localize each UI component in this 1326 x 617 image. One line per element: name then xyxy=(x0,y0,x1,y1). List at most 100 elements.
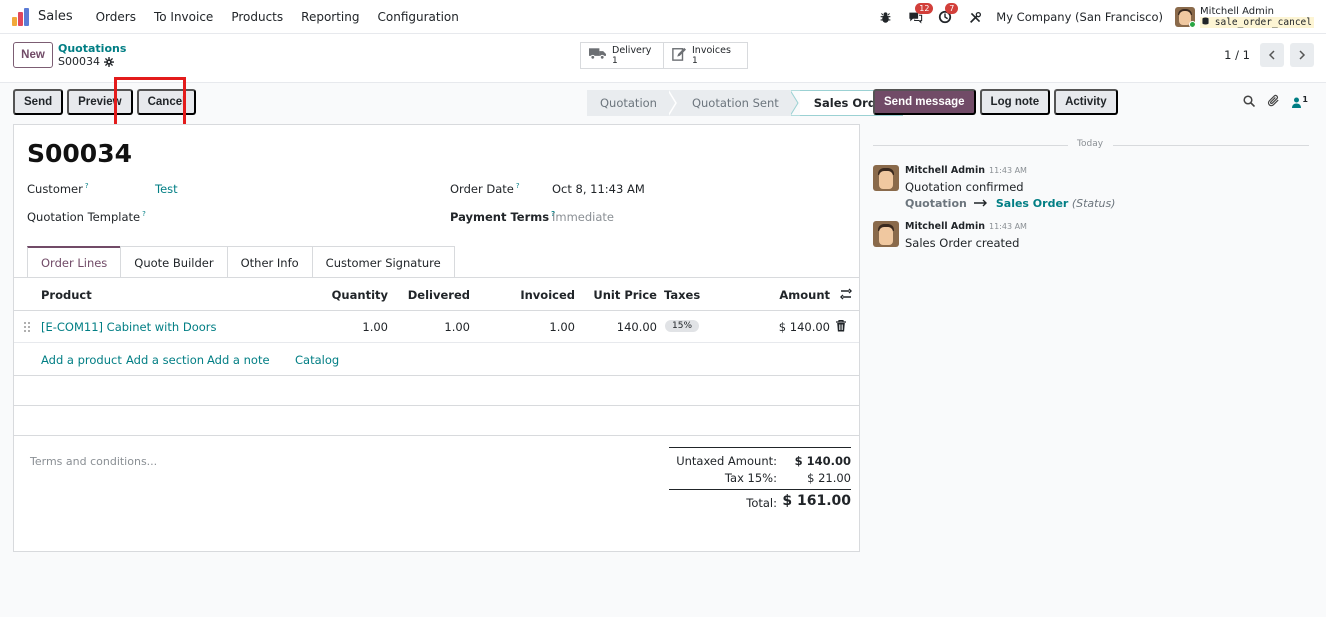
chatter-tools: 1 xyxy=(1243,94,1308,111)
order-date-field[interactable]: Oct 8, 11:43 AM xyxy=(552,182,645,196)
add-note-link[interactable]: Add a note xyxy=(207,353,270,367)
untaxed-amount-label: Untaxed Amount: xyxy=(676,454,777,468)
total-row: Total: $ 161.00 xyxy=(669,489,851,513)
search-icon[interactable] xyxy=(1243,94,1256,111)
settings-tools-icon[interactable] xyxy=(966,8,984,26)
col-amount[interactable]: Amount xyxy=(779,288,830,302)
breadcrumb: Quotations S00034 xyxy=(58,42,126,68)
row-tax-tag[interactable]: 15% xyxy=(665,320,700,332)
breadcrumb-quotations[interactable]: Quotations xyxy=(58,42,126,55)
pager: 1 / 1 xyxy=(1224,43,1314,67)
total-label: Total: xyxy=(746,496,777,510)
tab-quote-builder[interactable]: Quote Builder xyxy=(120,246,228,278)
tracking-old-value: Quotation xyxy=(905,197,967,210)
message-time: 11:43 AM xyxy=(988,222,1027,231)
menu-to-invoice[interactable]: To Invoice xyxy=(145,10,222,24)
followers-button[interactable]: 1 xyxy=(1292,95,1308,108)
add-line-row: Add a product Add a section Add a note C… xyxy=(14,343,859,376)
pager-previous-button[interactable] xyxy=(1260,43,1284,67)
col-delivered[interactable]: Delivered xyxy=(408,288,470,302)
status-arrow-separator xyxy=(667,90,678,116)
activities-badge: 7 xyxy=(945,3,959,14)
debug-bug-icon[interactable] xyxy=(876,8,894,26)
add-section-link[interactable]: Add a section xyxy=(126,353,204,367)
status-quotation-sent[interactable]: Quotation Sent xyxy=(677,90,791,116)
author-avatar[interactable] xyxy=(873,221,899,247)
order-lines-header: Product Quantity Delivered Invoiced Unit… xyxy=(14,278,859,311)
delivery-count: 1 xyxy=(612,55,618,66)
col-taxes[interactable]: Taxes xyxy=(664,288,700,302)
app-name[interactable]: Sales xyxy=(38,9,73,24)
col-unit-price[interactable]: Unit Price xyxy=(593,288,657,302)
terms-and-conditions-field[interactable]: Terms and conditions... xyxy=(30,455,157,468)
delivery-smart-button[interactable]: Delivery 1 xyxy=(580,42,664,69)
pager-next-button[interactable] xyxy=(1290,43,1314,67)
send-message-button[interactable]: Send message xyxy=(873,89,976,115)
activities-clock-icon[interactable]: 7 xyxy=(936,3,959,26)
untaxed-amount-value: $ 140.00 xyxy=(794,454,851,468)
message-author[interactable]: Mitchell Admin xyxy=(905,221,985,232)
smart-buttons: Delivery 1 Invoices 1 xyxy=(580,42,748,69)
activity-button[interactable]: Activity xyxy=(1054,89,1118,115)
help-tooltip-icon[interactable]: ? xyxy=(142,210,146,218)
company-switcher[interactable]: My Company (San Francisco) xyxy=(996,10,1163,24)
column-settings-icon[interactable] xyxy=(840,288,852,303)
menu-configuration[interactable]: Configuration xyxy=(369,10,468,24)
help-tooltip-icon[interactable]: ? xyxy=(85,182,89,190)
tax-label: Tax 15%: xyxy=(724,471,777,485)
tab-order-lines[interactable]: Order Lines xyxy=(27,246,122,278)
log-note-button[interactable]: Log note xyxy=(979,89,1051,115)
tab-other-info[interactable]: Other Info xyxy=(226,246,313,278)
status-quotation[interactable]: Quotation xyxy=(587,90,669,116)
messages-icon[interactable]: 12 xyxy=(906,3,934,26)
row-invoiced[interactable]: 1.00 xyxy=(549,320,575,334)
payment-terms-field[interactable]: Immediate xyxy=(552,210,614,224)
user-avatar xyxy=(1175,7,1196,27)
col-product[interactable]: Product xyxy=(41,288,92,302)
order-title: S00034 xyxy=(27,139,132,168)
add-product-link[interactable]: Add a product xyxy=(41,353,122,367)
customer-label: Customer? xyxy=(27,182,89,196)
database-icon xyxy=(1202,17,1209,25)
row-unit-price[interactable]: 140.00 xyxy=(617,320,657,334)
customer-field[interactable]: Test xyxy=(155,182,178,196)
gear-icon[interactable] xyxy=(103,56,114,67)
row-delivered[interactable]: 1.00 xyxy=(444,320,470,334)
total-value: $ 161.00 xyxy=(782,493,851,509)
message-header: Mitchell Admin 11:43 AM xyxy=(905,221,1027,232)
user-menu[interactable]: Mitchell Admin sale_order_cancel xyxy=(1175,6,1314,28)
message-author[interactable]: Mitchell Admin xyxy=(905,165,985,176)
col-invoiced[interactable]: Invoiced xyxy=(520,288,575,302)
sales-app-icon[interactable] xyxy=(12,7,30,26)
tab-customer-signature[interactable]: Customer Signature xyxy=(311,246,455,278)
paperclip-icon[interactable] xyxy=(1267,94,1280,111)
pager-value[interactable]: 1 / 1 xyxy=(1224,48,1250,62)
invoices-count: 1 xyxy=(692,55,698,66)
navbar-systray: 12 7 My Company (San Francisco) Mitchell… xyxy=(876,0,1314,34)
chatter-message: Mitchell Admin 11:43 AM Quotation confirm… xyxy=(873,165,1313,215)
menu-orders[interactable]: Orders xyxy=(87,10,145,24)
new-button[interactable]: New xyxy=(13,42,53,68)
chevron-left-icon xyxy=(1268,50,1275,60)
drag-handle-icon[interactable] xyxy=(23,321,31,332)
author-avatar[interactable] xyxy=(873,165,899,191)
help-tooltip-icon[interactable]: ? xyxy=(516,182,520,190)
menu-products[interactable]: Products xyxy=(222,10,292,24)
trash-icon[interactable] xyxy=(836,319,846,335)
table-row[interactable]: [E-COM11] Cabinet with Doors 1.00 1.00 1… xyxy=(14,311,859,343)
status-arrow-active xyxy=(789,90,800,116)
send-button[interactable]: Send xyxy=(13,89,64,115)
col-quantity[interactable]: Quantity xyxy=(332,288,388,302)
tax-row: Tax 15%: $ 21.00 xyxy=(669,471,851,489)
cancel-highlight-box xyxy=(114,77,186,130)
main-menu: Orders To Invoice Products Reporting Con… xyxy=(87,10,468,24)
catalog-link[interactable]: Catalog xyxy=(295,353,339,367)
control-panel: New Quotations S00034 Delivery 1 Invoice… xyxy=(0,34,1326,83)
menu-reporting[interactable]: Reporting xyxy=(292,10,368,24)
tracking-value: Quotation Sales Order (Status) xyxy=(905,197,1115,210)
invoices-smart-button[interactable]: Invoices 1 xyxy=(664,42,748,69)
date-separator-label: Today xyxy=(1077,139,1104,149)
row-product[interactable]: [E-COM11] Cabinet with Doors xyxy=(41,320,216,334)
row-quantity[interactable]: 1.00 xyxy=(362,320,388,334)
message-body: Sales Order created xyxy=(905,236,1020,250)
